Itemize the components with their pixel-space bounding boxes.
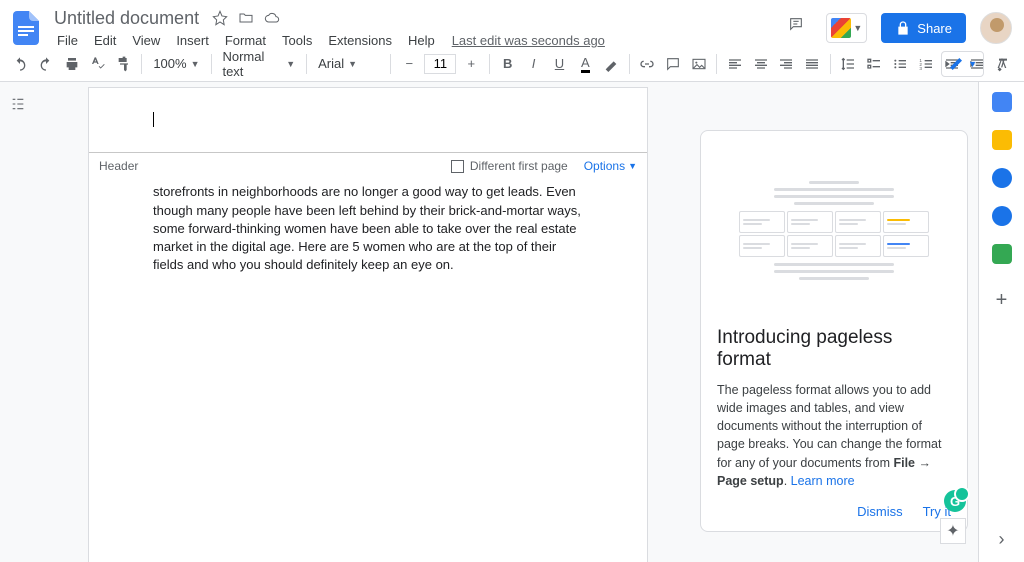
checklist-icon[interactable]: [862, 51, 887, 77]
underline-icon[interactable]: U: [547, 51, 572, 77]
add-addon-icon[interactable]: +: [992, 290, 1012, 310]
header-options-dropdown[interactable]: Options ▼: [584, 159, 637, 173]
promo-illustration: [717, 145, 951, 315]
text-color-icon[interactable]: A: [573, 51, 598, 77]
increase-font-icon[interactable]: +: [458, 51, 484, 77]
learn-more-link[interactable]: Learn more: [791, 474, 855, 488]
grammarly-icon[interactable]: G: [944, 490, 966, 512]
highlight-icon[interactable]: [599, 51, 624, 77]
explore-icon[interactable]: ✦: [940, 518, 966, 544]
header-label: Header: [99, 159, 138, 173]
bold-icon[interactable]: B: [495, 51, 520, 77]
account-avatar[interactable]: [980, 12, 1012, 44]
share-button[interactable]: Share: [881, 13, 966, 43]
document-page[interactable]: Header Different first page Options ▼ st…: [88, 87, 648, 562]
dismiss-button[interactable]: Dismiss: [857, 504, 903, 519]
collapse-panel-icon[interactable]: ›: [999, 529, 1005, 550]
star-icon[interactable]: [211, 9, 229, 27]
contacts-icon[interactable]: [992, 206, 1012, 226]
document-body[interactable]: storefronts in neighborhoods are no long…: [89, 179, 647, 314]
decrease-font-icon[interactable]: −: [396, 51, 422, 77]
align-center-icon[interactable]: [748, 51, 773, 77]
align-justify-icon[interactable]: [800, 51, 825, 77]
header-options-bar: Header Different first page Options ▼: [89, 152, 647, 179]
different-first-page-checkbox[interactable]: Different first page: [451, 159, 568, 173]
toolbar: 100%▼ Normal text▼ Arial▼ − + B I U A 12…: [0, 46, 1024, 82]
link-icon[interactable]: [635, 51, 660, 77]
paint-format-icon[interactable]: [112, 51, 137, 77]
image-icon[interactable]: [686, 51, 711, 77]
maps-icon[interactable]: [992, 244, 1012, 264]
font-size-input[interactable]: [424, 54, 456, 74]
share-label: Share: [917, 21, 952, 36]
svg-text:3: 3: [919, 66, 922, 71]
bullet-list-icon[interactable]: [887, 51, 912, 77]
docs-logo[interactable]: [8, 10, 44, 46]
cloud-status-icon[interactable]: [263, 9, 281, 27]
calendar-icon[interactable]: [992, 92, 1012, 112]
spellcheck-icon[interactable]: [86, 51, 111, 77]
main-area: Header Different first page Options ▼ st…: [0, 82, 1024, 562]
editing-mode-button[interactable]: ▼: [941, 51, 984, 77]
style-select[interactable]: Normal text▼: [216, 51, 301, 77]
print-icon[interactable]: [60, 51, 85, 77]
outline-icon[interactable]: [10, 96, 30, 116]
redo-icon[interactable]: [34, 51, 59, 77]
numbered-list-icon[interactable]: 123: [913, 51, 938, 77]
undo-icon[interactable]: [8, 51, 33, 77]
document-title[interactable]: Untitled document: [50, 8, 203, 29]
text-cursor: [153, 112, 154, 127]
italic-icon[interactable]: I: [521, 51, 546, 77]
comment-icon[interactable]: [661, 51, 686, 77]
keep-icon[interactable]: [992, 130, 1012, 150]
page-header-area[interactable]: [89, 88, 647, 152]
meet-icon: [831, 18, 851, 38]
meet-button[interactable]: ▼: [826, 13, 867, 43]
tasks-icon[interactable]: [992, 168, 1012, 188]
pageless-promo-card: Introducing pageless format The pageless…: [700, 130, 968, 532]
line-spacing-icon[interactable]: [836, 51, 861, 77]
side-panel: + ›: [978, 82, 1024, 562]
promo-description: The pageless format allows you to add wi…: [717, 381, 951, 490]
align-right-icon[interactable]: [774, 51, 799, 77]
title-bar: Untitled document File Edit View Insert …: [0, 0, 1024, 46]
comments-icon[interactable]: [788, 16, 812, 40]
zoom-select[interactable]: 100%▼: [147, 51, 205, 77]
promo-title: Introducing pageless format: [717, 327, 951, 371]
hide-toolbar-icon[interactable]: ᐱ: [990, 52, 1014, 76]
move-icon[interactable]: [237, 9, 255, 27]
font-select[interactable]: Arial▼: [312, 51, 385, 77]
align-left-icon[interactable]: [722, 51, 747, 77]
